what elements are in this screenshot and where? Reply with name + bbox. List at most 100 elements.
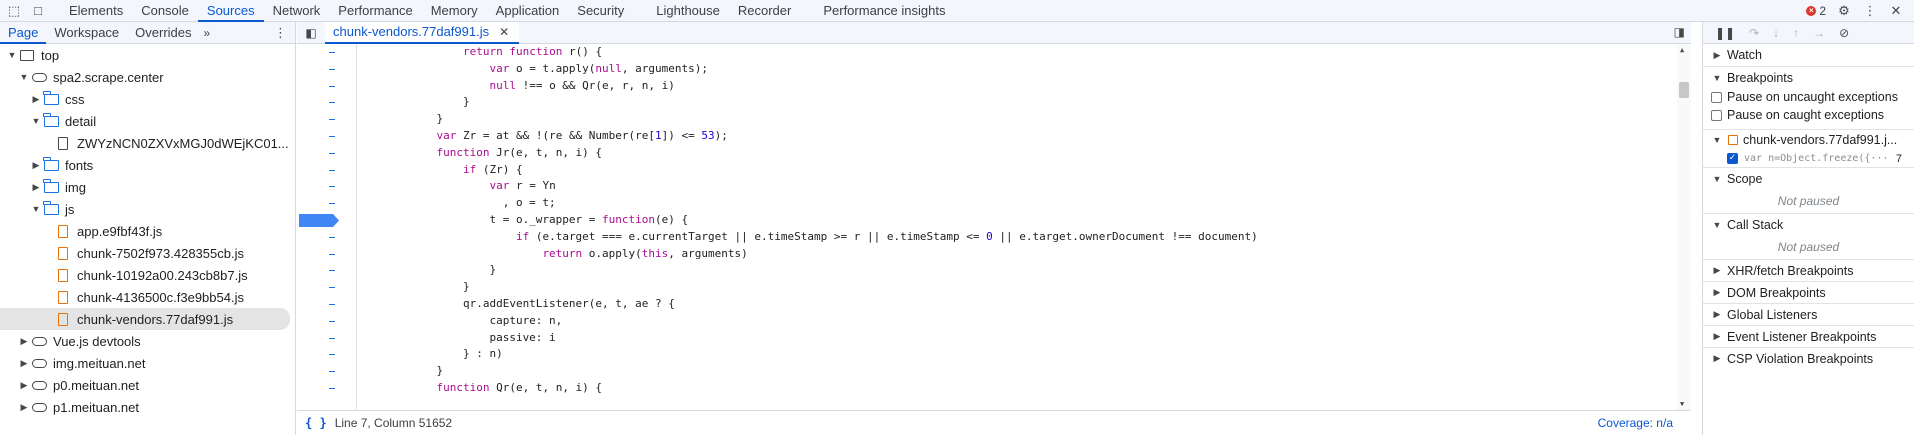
toggle-navigator-icon[interactable]: ◧ xyxy=(297,26,325,40)
file-tab[interactable]: chunk-vendors.77daf991.js ✕ xyxy=(325,21,520,44)
tab-console[interactable]: Console xyxy=(132,0,198,22)
chevron-down-icon[interactable]: ▼ xyxy=(30,116,42,126)
deactivate-breakpoints-icon[interactable]: ⊘ xyxy=(1839,26,1849,40)
navigator-menu-icon[interactable]: ⋮ xyxy=(274,25,287,41)
toggle-debugger-icon[interactable]: ◨ xyxy=(1674,25,1685,39)
chevron-right-icon[interactable]: ▶ xyxy=(18,402,30,413)
tree-item[interactable]: ▶ Vue.js devtools xyxy=(0,330,295,352)
chevron-right-icon[interactable]: ▶ xyxy=(30,160,42,171)
tree-item[interactable]: ▼ detail xyxy=(0,110,295,132)
gear-icon[interactable]: ⚙ xyxy=(1836,3,1852,19)
dom-breakpoints-section[interactable]: ▶ DOM Breakpoints xyxy=(1703,281,1914,303)
scrollbar-thumb[interactable] xyxy=(1679,82,1689,98)
tree-item[interactable]: ▶ p1.meituan.net xyxy=(0,396,295,418)
tree-item[interactable]: ZWYzNCN0ZXVxMGJ0dWEjKC01... xyxy=(0,132,295,154)
kebab-menu-icon[interactable]: ⋮ xyxy=(1862,3,1878,19)
tree-item[interactable]: app.e9fbf43f.js xyxy=(0,220,295,242)
device-toggle-icon[interactable]: □ xyxy=(30,3,46,19)
tab-lighthouse[interactable]: Lighthouse xyxy=(647,0,729,22)
tab-security[interactable]: Security xyxy=(568,0,633,22)
global-listeners-section[interactable]: ▶ Global Listeners xyxy=(1703,303,1914,325)
pause-caught-checkbox[interactable]: Pause on caught exceptions xyxy=(1703,106,1914,124)
tree-item[interactable]: chunk-7502f973.428355cb.js xyxy=(0,242,295,264)
breakpoint-file-row[interactable]: ▼ chunk-vendors.77daf991.j... xyxy=(1703,130,1914,150)
gutter-line[interactable] xyxy=(297,229,356,246)
gutter-line[interactable] xyxy=(297,246,356,263)
tab-application[interactable]: Application xyxy=(487,0,569,22)
tab-memory[interactable]: Memory xyxy=(422,0,487,22)
call-stack-section[interactable]: ▼ Call Stack xyxy=(1703,213,1914,235)
error-badge[interactable]: × 2 xyxy=(1806,4,1826,18)
tab-workspace[interactable]: Workspace xyxy=(46,22,127,44)
gutter-line[interactable] xyxy=(297,380,356,397)
gutter-line[interactable] xyxy=(297,212,356,229)
gutter-line[interactable] xyxy=(297,111,356,128)
gutter-line[interactable] xyxy=(297,262,356,279)
pause-uncaught-checkbox[interactable]: Pause on uncaught exceptions xyxy=(1703,88,1914,106)
tab-network[interactable]: Network xyxy=(264,0,330,22)
step-icon[interactable]: → xyxy=(1813,26,1825,40)
tree-item[interactable]: ▶ css xyxy=(0,88,295,110)
gutter-line[interactable] xyxy=(297,363,356,380)
tab-recorder[interactable]: Recorder xyxy=(729,0,800,22)
breakpoint-entry[interactable]: ✓ var n=Object.freeze({··· 7 xyxy=(1703,150,1914,167)
gutter-line[interactable] xyxy=(297,195,356,212)
watch-section[interactable]: ▶ Watch xyxy=(1703,44,1914,66)
event-listener-breakpoints-section[interactable]: ▶ Event Listener Breakpoints xyxy=(1703,325,1914,347)
scope-section[interactable]: ▼ Scope xyxy=(1703,167,1914,189)
pretty-print-icon[interactable]: { } xyxy=(297,416,335,430)
gutter-line[interactable] xyxy=(297,330,356,347)
tree-item[interactable]: ▶ p0.meituan.net xyxy=(0,374,295,396)
gutter-line[interactable] xyxy=(297,145,356,162)
breakpoint-checkbox[interactable]: ✓ xyxy=(1727,153,1738,164)
more-tabs-icon[interactable]: » xyxy=(200,26,215,40)
code-area[interactable]: return function r() { var o = t.apply(nu… xyxy=(297,44,1691,410)
tab-page[interactable]: Page xyxy=(0,22,47,44)
gutter-line[interactable] xyxy=(297,178,356,195)
step-over-icon[interactable]: ↷ xyxy=(1749,26,1759,40)
gutter-line[interactable] xyxy=(297,61,356,78)
breakpoints-section[interactable]: ▼ Breakpoints xyxy=(1703,66,1914,88)
coverage-link[interactable]: Coverage: n/a xyxy=(1598,416,1673,430)
gutter-line[interactable] xyxy=(297,346,356,363)
tab-overrides[interactable]: Overrides xyxy=(127,22,199,44)
xhr-breakpoints-section[interactable]: ▶ XHR/fetch Breakpoints xyxy=(1703,259,1914,281)
tree-item[interactable]: chunk-4136500c.f3e9bb54.js xyxy=(0,286,295,308)
chevron-down-icon[interactable]: ▼ xyxy=(6,50,18,60)
breakpoint-marker[interactable] xyxy=(299,213,339,227)
scroll-down-icon[interactable]: ▼ xyxy=(1680,400,1684,408)
gutter-line[interactable] xyxy=(297,44,356,61)
csp-violation-breakpoints-section[interactable]: ▶ CSP Violation Breakpoints xyxy=(1703,347,1914,369)
tree-item[interactable]: chunk-vendors.77daf991.js xyxy=(0,308,290,330)
tree-item[interactable]: ▶ fonts xyxy=(0,154,295,176)
tree-item[interactable]: ▶ img xyxy=(0,176,295,198)
chevron-right-icon[interactable]: ▶ xyxy=(18,380,30,391)
gutter-line[interactable] xyxy=(297,94,356,111)
close-icon[interactable]: ✕ xyxy=(1888,3,1904,19)
checkbox-box[interactable] xyxy=(1711,91,1722,103)
chevron-right-icon[interactable]: ▶ xyxy=(30,94,42,105)
step-out-icon[interactable]: ↑ xyxy=(1793,26,1799,40)
tree-item[interactable]: ▶ img.meituan.net xyxy=(0,352,295,374)
tree-item[interactable]: ▼ top xyxy=(0,44,295,66)
pause-icon[interactable]: ❚❚ xyxy=(1715,26,1735,40)
tree-item[interactable]: chunk-10192a00.243cb8b7.js xyxy=(0,264,295,286)
gutter-line[interactable] xyxy=(297,162,356,179)
chevron-right-icon[interactable]: ▶ xyxy=(18,358,30,369)
chevron-down-icon[interactable]: ▼ xyxy=(30,204,42,214)
tab-performance-insights[interactable]: Performance insights xyxy=(814,0,954,22)
chevron-down-icon[interactable]: ▼ xyxy=(18,72,30,82)
close-tab-icon[interactable]: ✕ xyxy=(499,21,509,43)
chevron-right-icon[interactable]: ▶ xyxy=(30,182,42,193)
checkbox-box[interactable] xyxy=(1711,109,1722,121)
scroll-up-icon[interactable]: ▲ xyxy=(1680,46,1684,54)
tab-elements[interactable]: Elements xyxy=(60,0,132,22)
tab-sources[interactable]: Sources xyxy=(197,0,264,22)
gutter-line[interactable] xyxy=(297,279,356,296)
step-into-icon[interactable]: ↓ xyxy=(1773,26,1779,40)
tree-item[interactable]: ▼ spa2.scrape.center xyxy=(0,66,295,88)
vertical-scrollbar[interactable]: ▲ ▼ xyxy=(1677,44,1691,410)
gutter-line[interactable] xyxy=(297,78,356,95)
gutter-line[interactable] xyxy=(297,313,356,330)
line-gutter[interactable] xyxy=(297,44,357,410)
